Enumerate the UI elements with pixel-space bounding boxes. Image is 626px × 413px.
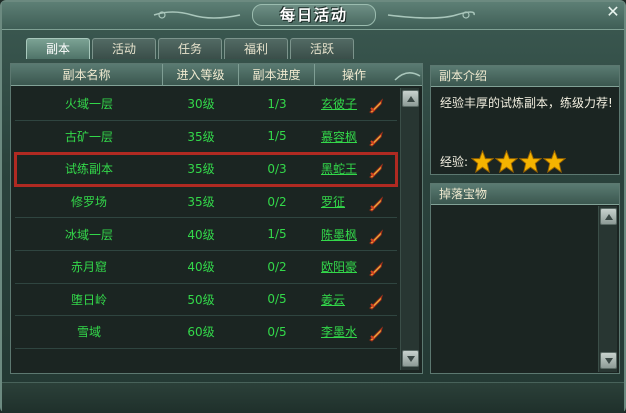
action-cell: 李墨水 (315, 323, 393, 343)
npc-link[interactable]: 李墨水 (321, 325, 357, 339)
table-row[interactable]: 赤月窟 40级 0/2 欧阳豪 (15, 251, 397, 284)
instance-name: 赤月窟 (70, 260, 107, 275)
drops-scrollbar[interactable] (598, 206, 617, 372)
instance-info-panel: 副本介绍 经验丰厚的试炼副本，练级力荐! 经验: (430, 65, 620, 175)
sword-icon[interactable] (367, 325, 385, 343)
entry-level: 40级 (187, 260, 215, 275)
instance-progress: 0/2 (267, 259, 287, 274)
sword-icon[interactable] (367, 195, 385, 213)
npc-link[interactable]: 慕容枫 (321, 130, 357, 144)
table-header: 副本名称 进入等级 副本进度 操作 (11, 64, 422, 86)
header-entry-level: 进入等级 (163, 64, 239, 86)
instance-name: 冰域一层 (64, 227, 113, 242)
sword-icon[interactable] (367, 260, 385, 278)
close-button[interactable]: ✕ (604, 4, 622, 22)
instance-list-scrollbar[interactable] (400, 88, 419, 370)
action-cell: 黑蛇王 (315, 160, 393, 180)
instance-progress: 1/5 (267, 227, 287, 242)
npc-link[interactable]: 罗征 (321, 195, 345, 209)
instance-progress: 0/3 (267, 161, 287, 176)
scroll-down-button[interactable] (402, 350, 419, 367)
table-row[interactable]: 火域一层 30级 1/3 玄彼子 (15, 88, 397, 121)
instance-description: 经验丰厚的试炼副本，练级力荐! (440, 96, 613, 110)
instance-progress: 0/5 (267, 292, 287, 307)
star-icon (495, 150, 519, 173)
star-icon (543, 150, 567, 173)
tab-activity-points[interactable]: 活跃 (290, 38, 354, 59)
instance-name: 试练副本 (64, 162, 113, 177)
instance-name: 修罗场 (70, 195, 107, 210)
npc-link[interactable]: 欧阳豪 (321, 260, 357, 274)
instance-list-panel: 副本名称 进入等级 副本进度 操作 火域一层 30级 1/3 玄彼子 古矿一层 … (10, 63, 423, 374)
instance-name: 堕日岭 (70, 292, 107, 307)
action-cell: 姜云 (315, 291, 393, 311)
header-ornament (393, 64, 422, 86)
arrow-up-icon (605, 214, 613, 220)
npc-link[interactable]: 姜云 (321, 293, 345, 307)
arrow-down-icon (605, 358, 613, 364)
action-cell: 慕容枫 (315, 128, 393, 148)
action-cell: 陈墨枫 (315, 226, 393, 246)
arrow-up-icon (407, 96, 415, 102)
scroll-up-button[interactable] (402, 90, 419, 107)
sword-icon[interactable] (367, 130, 385, 148)
header-instance-name: 副本名称 (11, 64, 163, 86)
daily-activity-window: 每日活动 ✕ 副本 活动 任务 福利 活跃 副本名称 进入等级 副本进度 操作 … (0, 0, 626, 413)
action-cell: 罗征 (315, 193, 393, 213)
instance-name: 雪域 (76, 325, 101, 340)
tab-welfare[interactable]: 福利 (224, 38, 288, 59)
instance-progress: 1/5 (267, 129, 287, 144)
entry-level: 50级 (187, 292, 215, 307)
instance-name: 古矿一层 (64, 129, 113, 144)
arrow-down-icon (407, 356, 415, 362)
title-ornament-left (153, 11, 241, 19)
entry-level: 35级 (187, 195, 215, 210)
exp-label: 经验: (440, 155, 469, 169)
table-row[interactable]: 冰域一层 40级 1/5 陈墨枫 (15, 218, 397, 251)
tab-activities[interactable]: 活动 (92, 38, 156, 59)
instance-progress: 0/5 (267, 324, 287, 339)
entry-level: 40级 (187, 227, 215, 242)
npc-link[interactable]: 陈墨枫 (321, 228, 357, 242)
table-row-selected[interactable]: 试练副本 35级 0/3 黑蛇王 (14, 152, 398, 187)
scroll-up-button[interactable] (600, 208, 617, 225)
tab-quests[interactable]: 任务 (158, 38, 222, 59)
star-icon (471, 150, 495, 173)
window-title: 每日活动 (252, 4, 376, 26)
title-bar[interactable]: 每日活动 ✕ (2, 2, 624, 30)
sword-icon[interactable] (367, 293, 385, 311)
instance-name: 火域一层 (64, 97, 113, 112)
entry-level: 60级 (187, 325, 215, 340)
header-progress: 副本进度 (239, 64, 315, 86)
table-row[interactable]: 雪域 60级 0/5 李墨水 (15, 316, 397, 349)
title-ornament-right (387, 11, 475, 19)
table-row[interactable]: 古矿一层 35级 1/5 慕容枫 (15, 121, 397, 154)
exp-rating: 经验: (440, 150, 567, 173)
window-footer (2, 382, 624, 413)
header-action: 操作 (341, 68, 366, 82)
entry-level: 30级 (187, 97, 215, 112)
entry-level: 35级 (187, 162, 215, 177)
info-header: 副本介绍 (431, 66, 619, 87)
table-row[interactable]: 修罗场 35级 0/2 罗征 (15, 186, 397, 219)
instance-progress: 0/2 (267, 194, 287, 209)
sword-icon[interactable] (367, 228, 385, 246)
tab-instances[interactable]: 副本 (26, 38, 90, 59)
star-icon (519, 150, 543, 173)
drop-items-panel: 掉落宝物 (430, 183, 620, 374)
npc-link[interactable]: 黑蛇王 (321, 162, 357, 176)
sword-icon[interactable] (367, 162, 385, 180)
action-cell: 欧阳豪 (315, 258, 393, 278)
instance-progress: 1/3 (267, 96, 287, 111)
drops-header: 掉落宝物 (431, 184, 619, 205)
npc-link[interactable]: 玄彼子 (321, 97, 357, 111)
action-cell: 玄彼子 (315, 95, 393, 115)
scroll-down-button[interactable] (600, 352, 617, 369)
table-row[interactable]: 堕日岭 50级 0/5 姜云 (15, 284, 397, 317)
tab-bar: 副本 活动 任务 福利 活跃 (26, 38, 354, 59)
sword-icon[interactable] (367, 97, 385, 115)
instance-rows: 火域一层 30级 1/3 玄彼子 古矿一层 35级 1/5 慕容枫 试练副本 3… (14, 88, 398, 349)
entry-level: 35级 (187, 129, 215, 144)
